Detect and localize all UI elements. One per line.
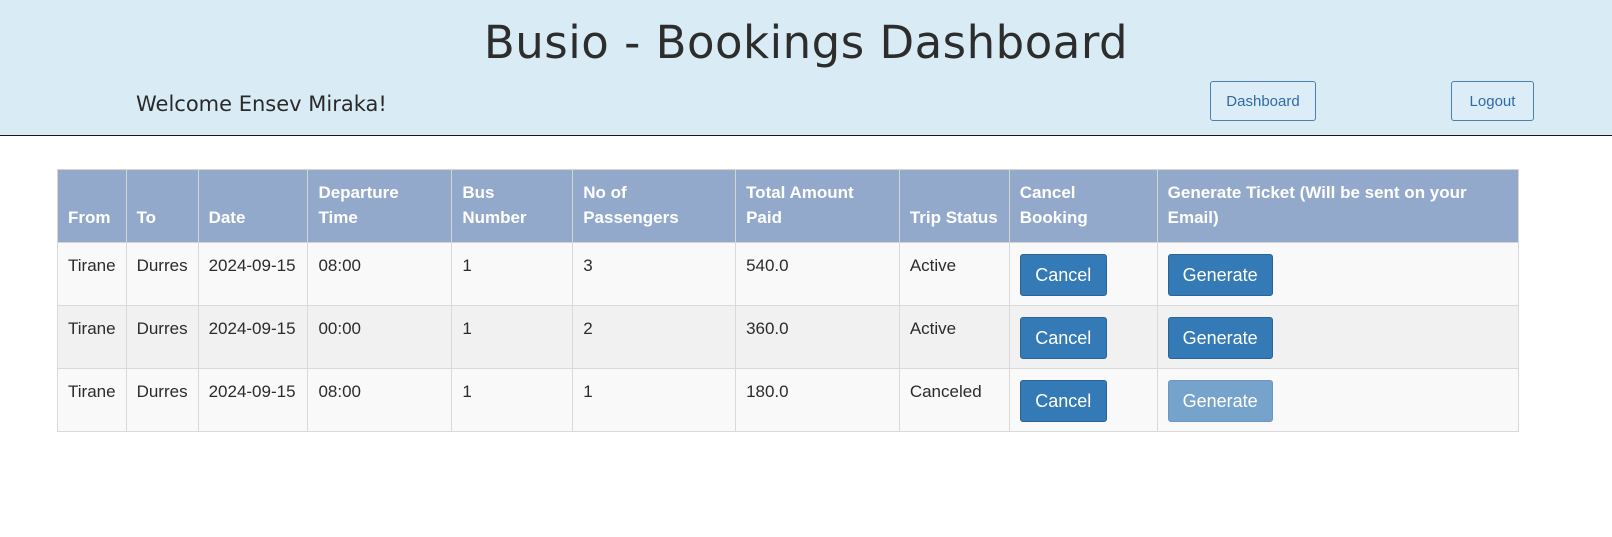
column-header-date: Date — [197, 169, 309, 243]
generate-ticket-button[interactable]: Generate — [1167, 317, 1273, 359]
column-header-to: To — [125, 169, 199, 243]
cell-generate: Generate — [1156, 242, 1520, 306]
cell-cancel: Cancel — [1008, 368, 1158, 432]
cell-trip-status: Canceled — [898, 368, 1010, 432]
column-header-from: From — [57, 169, 127, 243]
cell-to: Durres — [125, 368, 199, 432]
cell-total-paid: 360.0 — [735, 305, 900, 369]
table-row: Tirane Durres 2024-09-15 08:00 1 1 180.0… — [57, 368, 1520, 432]
page-header: Busio - Bookings Dashboard Welcome Ensev… — [0, 0, 1612, 136]
cell-total-paid: 540.0 — [735, 242, 900, 306]
table-row: Tirane Durres 2024-09-15 08:00 1 3 540.0… — [57, 242, 1520, 306]
dashboard-button[interactable]: Dashboard — [1210, 81, 1316, 121]
table-row: Tirane Durres 2024-09-15 00:00 1 2 360.0… — [57, 305, 1520, 369]
cell-bus-number: 1 — [451, 305, 574, 369]
cell-passengers: 1 — [572, 368, 737, 432]
cell-trip-status: Active — [898, 305, 1010, 369]
column-header-total-paid: Total Amount Paid — [735, 169, 900, 243]
cell-bus-number: 1 — [451, 242, 574, 306]
cell-passengers: 3 — [572, 242, 737, 306]
cell-from: Tirane — [57, 368, 127, 432]
cell-departure-time: 08:00 — [307, 242, 453, 306]
cell-departure-time: 08:00 — [307, 368, 453, 432]
column-header-bus-number: Bus Number — [451, 169, 574, 243]
page-title: Busio - Bookings Dashboard — [483, 16, 1129, 69]
cell-to: Durres — [125, 242, 199, 306]
bookings-table: From To Date Departure Time Bus Number N… — [57, 169, 1520, 432]
column-header-generate-ticket: Generate Ticket (Will be sent on your Em… — [1156, 169, 1520, 243]
logout-button[interactable]: Logout — [1451, 81, 1534, 121]
cell-cancel: Cancel — [1008, 242, 1158, 306]
cell-date: 2024-09-15 — [197, 305, 309, 369]
cell-date: 2024-09-15 — [197, 242, 309, 306]
generate-ticket-button[interactable]: Generate — [1167, 254, 1273, 296]
cancel-booking-button[interactable]: Cancel — [1019, 380, 1107, 422]
column-header-trip-status: Trip Status — [898, 169, 1010, 243]
cell-total-paid: 180.0 — [735, 368, 900, 432]
cell-from: Tirane — [57, 305, 127, 369]
cell-passengers: 2 — [572, 305, 737, 369]
cell-departure-time: 00:00 — [307, 305, 453, 369]
cell-bus-number: 1 — [451, 368, 574, 432]
cell-trip-status: Active — [898, 242, 1010, 306]
column-header-cancel-booking: Cancel Booking — [1008, 169, 1158, 243]
generate-ticket-button[interactable]: Generate — [1167, 380, 1273, 422]
cell-cancel: Cancel — [1008, 305, 1158, 369]
cancel-booking-button[interactable]: Cancel — [1019, 317, 1107, 359]
table-header-row: From To Date Departure Time Bus Number N… — [57, 169, 1520, 243]
cell-to: Durres — [125, 305, 199, 369]
cell-date: 2024-09-15 — [197, 368, 309, 432]
column-header-passengers: No of Passengers — [572, 169, 737, 243]
welcome-message: Welcome Ensev Miraka! — [136, 92, 387, 116]
column-header-departure-time: Departure Time — [307, 169, 453, 243]
cell-generate: Generate — [1156, 368, 1520, 432]
cancel-booking-button[interactable]: Cancel — [1019, 254, 1107, 296]
cell-from: Tirane — [57, 242, 127, 306]
cell-generate: Generate — [1156, 305, 1520, 369]
